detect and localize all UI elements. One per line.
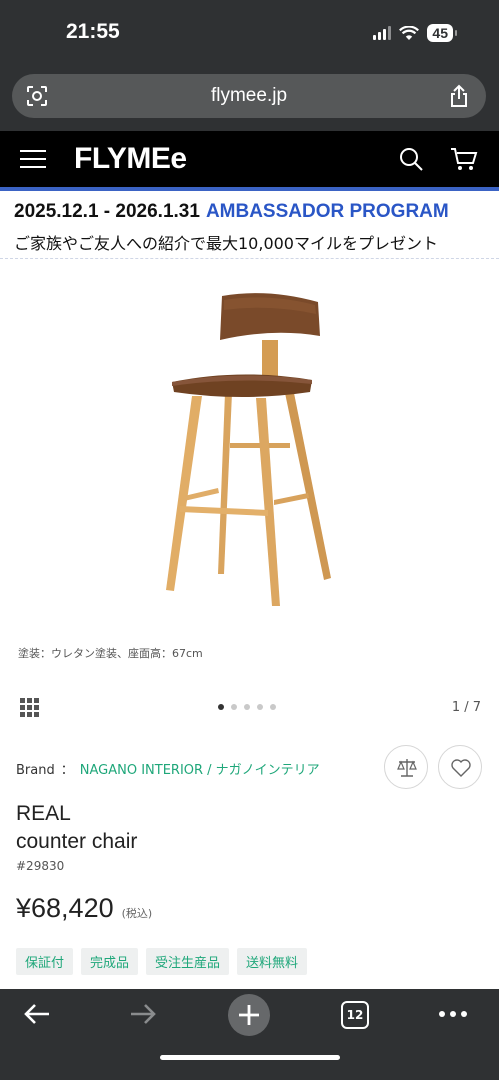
browser-bottom-toolbar: 12: [0, 989, 499, 1080]
site-header: FLYMEe: [0, 131, 499, 187]
brand-link[interactable]: NAGANO INTERIOR / ナガノインテリア: [80, 763, 320, 778]
brand-row: Brand ： NAGANO INTERIOR / ナガノインテリア: [16, 759, 320, 778]
image-caption: 塗装：ウレタン塗装、座面高：67cm: [18, 647, 203, 660]
product-name: REAL counter chair: [16, 800, 137, 856]
scale-icon: [397, 759, 417, 777]
tax-note: (税込): [121, 907, 153, 920]
product-id: #29830: [16, 859, 65, 873]
tag-assembled: 完成品: [81, 948, 139, 975]
promo-banner[interactable]: 2025.12.1 - 2026.1.31 AMBASSADOR PROGRAM …: [0, 191, 499, 259]
heart-icon: [451, 759, 471, 777]
compare-button[interactable]: [384, 745, 428, 789]
search-icon[interactable]: [398, 146, 424, 172]
tag-warranty: 保証付: [16, 948, 74, 975]
price-row: ¥68,420 (税込): [16, 893, 152, 924]
price: ¥68,420: [16, 893, 114, 923]
tag-made-to-order: 受注生産品: [146, 948, 230, 975]
brand-label: Brand: [16, 763, 55, 778]
new-tab-button[interactable]: [228, 994, 270, 1036]
hamburger-icon[interactable]: [20, 150, 46, 168]
carousel-dot[interactable]: [218, 704, 224, 710]
product-name-line1: REAL: [16, 802, 71, 825]
favorite-button[interactable]: [438, 745, 482, 789]
carousel-dot[interactable]: [231, 704, 237, 710]
carousel-dot[interactable]: [244, 704, 250, 710]
status-icons: 45: [373, 24, 457, 42]
banner-subtitle: ご家族やご友人への紹介で最大10,000マイルをプレゼント: [14, 234, 438, 253]
carousel-dots[interactable]: [218, 704, 276, 710]
brand-separator: ：: [60, 763, 74, 778]
product-name-line2: counter chair: [16, 830, 138, 853]
banner-program: AMBASSADOR PROGRAM: [205, 201, 449, 222]
carousel-dot[interactable]: [257, 704, 263, 710]
arrow-right-icon[interactable]: [128, 1001, 158, 1027]
carousel-dot[interactable]: [270, 704, 276, 710]
grid-icon[interactable]: [20, 698, 40, 718]
address-bar[interactable]: flymee.jp: [12, 74, 486, 118]
banner-dates: 2025.12.1 - 2026.1.31: [14, 201, 200, 222]
banner-title: 2025.12.1 - 2026.1.31 AMBASSADOR PROGRAM: [14, 201, 449, 223]
site-logo[interactable]: FLYMEe: [74, 142, 187, 176]
product-tags: 保証付 完成品 受注生産品 送料無料: [16, 948, 308, 975]
battery-indicator: 45: [427, 24, 457, 42]
wifi-icon: [399, 25, 420, 40]
status-time: 21:55: [66, 20, 120, 43]
cart-icon[interactable]: [450, 146, 478, 172]
image-pager: 1 / 7: [451, 700, 481, 715]
home-indicator: [160, 1055, 340, 1060]
browser-top-chrome: 21:55 45 flymee.jp: [0, 0, 499, 131]
more-icon[interactable]: [438, 1009, 468, 1019]
cellular-signal-icon: [373, 26, 392, 40]
url-text[interactable]: flymee.jp: [12, 85, 486, 107]
plus-icon: [239, 1005, 259, 1025]
tag-free-shipping: 送料無料: [237, 948, 308, 975]
share-icon[interactable]: [448, 84, 470, 108]
product-image[interactable]: [150, 288, 350, 610]
tabs-button[interactable]: 12: [341, 1001, 369, 1029]
arrow-left-icon[interactable]: [22, 1001, 52, 1027]
